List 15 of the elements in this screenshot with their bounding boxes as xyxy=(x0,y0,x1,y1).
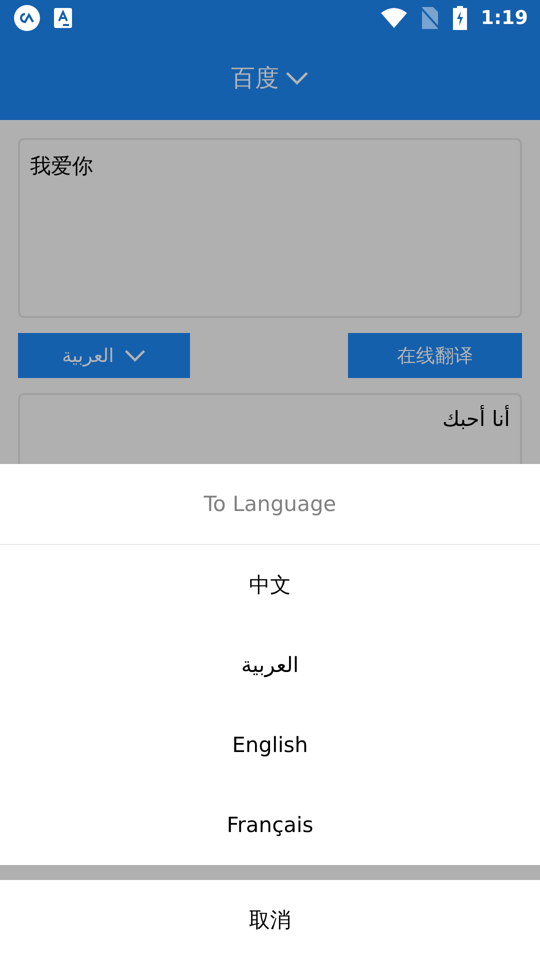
clock-time: 1:19 xyxy=(480,7,528,29)
app-logo-icon xyxy=(14,5,40,31)
sheet-title: To Language xyxy=(0,464,540,545)
language-option[interactable]: العربية xyxy=(0,625,540,705)
language-option[interactable]: 中文 xyxy=(0,545,540,625)
language-option[interactable]: English xyxy=(0,705,540,785)
chevron-down-icon xyxy=(285,71,309,85)
source-text-field[interactable]: 我爱你 xyxy=(18,138,522,318)
chevron-down-icon xyxy=(124,349,146,362)
cancel-button[interactable]: 取消 xyxy=(0,880,540,960)
text-app-icon xyxy=(54,8,72,28)
no-sim-icon xyxy=(420,7,439,29)
language-option[interactable]: Français xyxy=(0,785,540,865)
wifi-icon xyxy=(380,8,407,28)
battery-charging-icon xyxy=(452,6,467,30)
